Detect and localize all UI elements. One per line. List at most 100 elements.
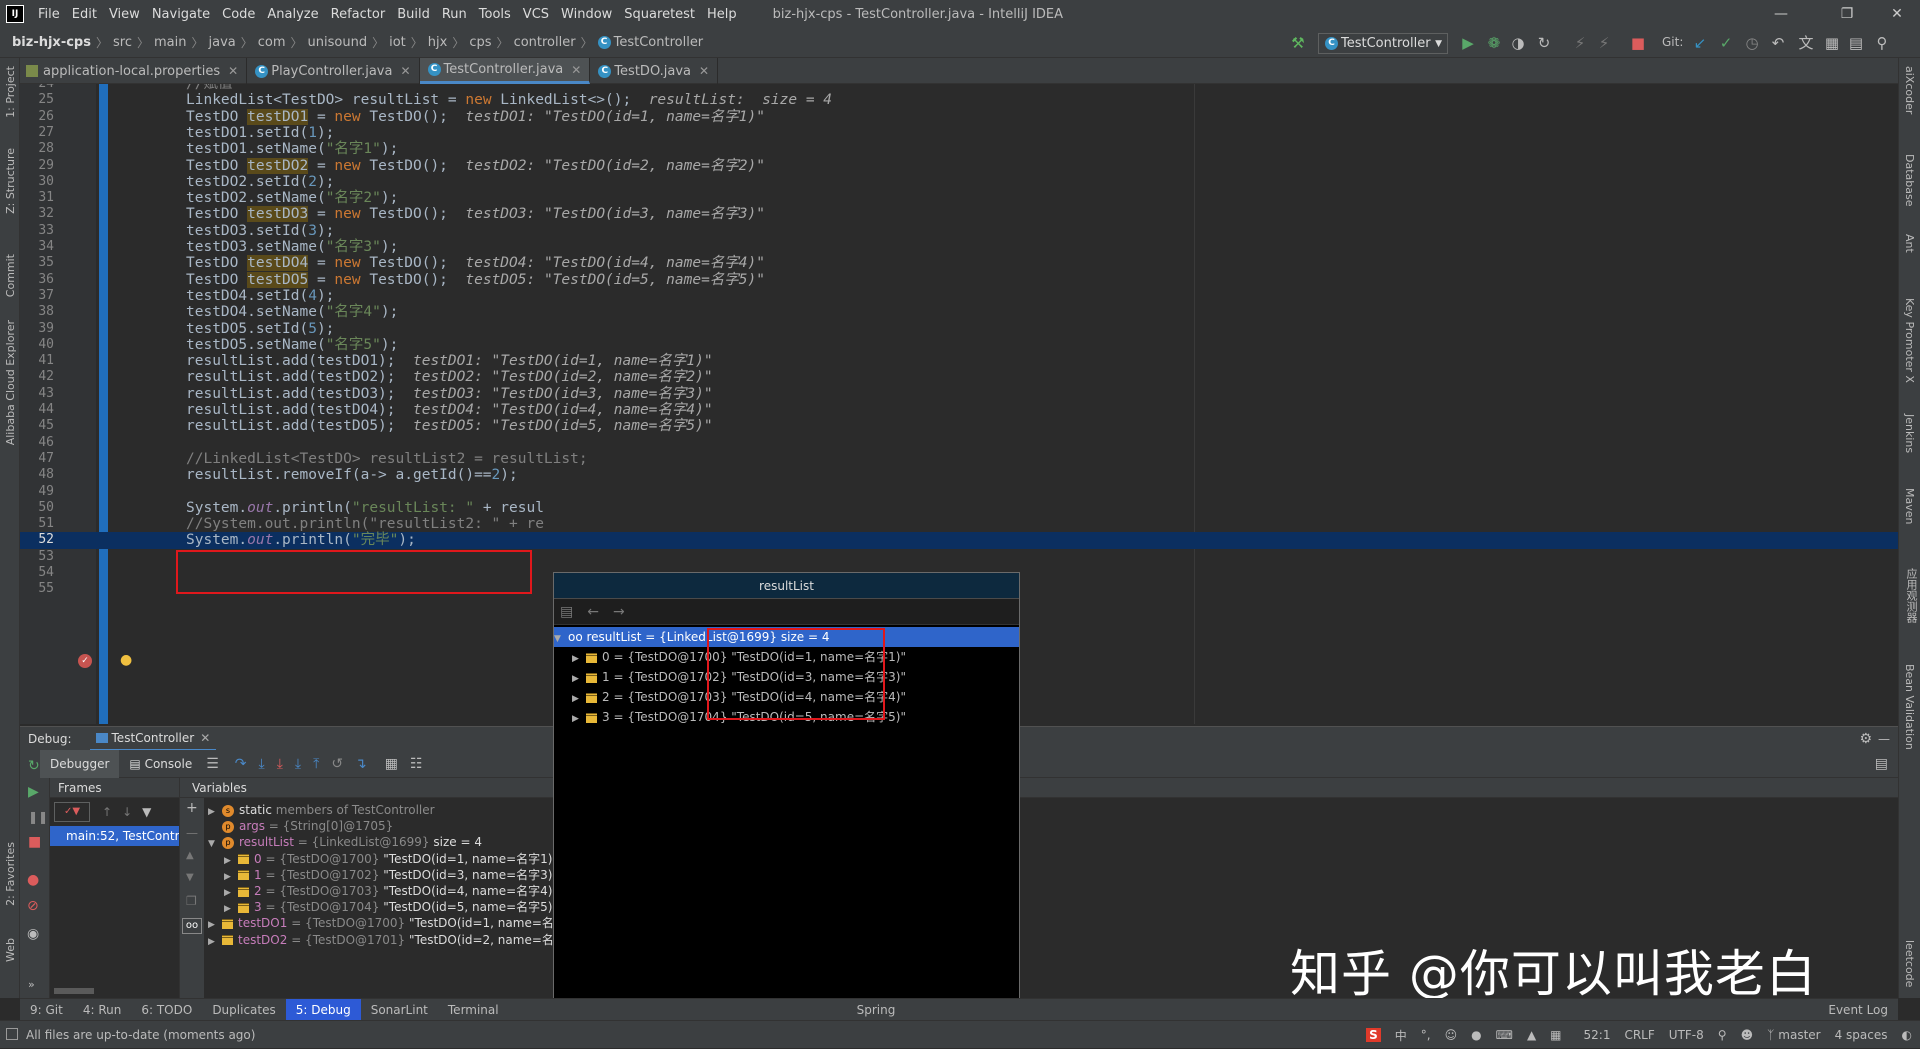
bottom-tab[interactable]: Spring — [847, 999, 906, 1021]
breadcrumb-item[interactable]: hjx — [428, 35, 448, 50]
menu-edit[interactable]: Edit — [66, 7, 103, 22]
keyboard-icon[interactable]: ⌨ — [1496, 1028, 1513, 1042]
bottom-tab[interactable]: 9: Git — [20, 999, 73, 1021]
trace-icon[interactable]: ☷ — [410, 756, 423, 772]
rerun-icon[interactable]: ⚡ — [1594, 33, 1614, 53]
project-structure-icon[interactable]: ▦ — [1822, 33, 1842, 53]
back-arrow-icon[interactable]: ← — [587, 604, 599, 620]
gear-icon[interactable]: ⚙ — [1859, 731, 1872, 747]
app-observer-tool-tab[interactable]: 应用观测器 — [1903, 568, 1919, 623]
menu-tools[interactable]: Tools — [473, 7, 517, 22]
thread-select[interactable]: ✓▼ — [54, 802, 90, 822]
bottom-tab[interactable]: Event Log — [1818, 999, 1898, 1021]
add-watch-icon[interactable]: + — [186, 800, 198, 816]
maven-tool-tab[interactable]: Maven — [1903, 488, 1916, 524]
cursor-position[interactable]: 52:1 — [1584, 1028, 1611, 1042]
close-window-icon[interactable]: ✕ — [1874, 0, 1920, 28]
search-icon[interactable]: ⚲ — [1872, 33, 1892, 53]
debug-bug-icon[interactable]: ❁ — [1484, 33, 1504, 53]
expand-right-icon[interactable]: ▶ — [208, 932, 222, 952]
editor-tab[interactable]: C TestController.java ✕ — [419, 58, 591, 84]
breadcrumb-item[interactable]: iot — [389, 35, 406, 50]
rollback-icon[interactable]: ↶ — [1768, 33, 1788, 53]
step-into-icon[interactable]: ⤓ — [277, 756, 283, 772]
menu-refactor[interactable]: Refactor — [325, 7, 392, 22]
bottom-tab[interactable]: 4: Run — [73, 999, 132, 1021]
bottom-tab[interactable]: 5: Debug — [285, 998, 361, 1021]
menu-run[interactable]: Run — [436, 7, 473, 22]
menu-code[interactable]: Code — [216, 7, 261, 22]
editor-tab[interactable]: application-local.properties ✕ — [18, 58, 248, 84]
run-icon[interactable]: ▶ — [1458, 33, 1478, 53]
menu-view[interactable]: View — [103, 7, 146, 22]
alibaba-cloud-tool-tab[interactable]: Alibaba Cloud Explorer — [4, 320, 17, 445]
variable-row[interactable]: ▶ testDO2 = {TestDO@1701} "TestDO(id=2, n… — [208, 930, 566, 950]
line-separator[interactable]: CRLF — [1624, 1028, 1654, 1042]
rerun-icon[interactable]: ↻ — [28, 758, 40, 774]
mic-icon[interactable]: ● — [1471, 1028, 1481, 1042]
layout-icon[interactable]: ▤ — [1846, 33, 1866, 53]
close-icon[interactable]: ✕ — [228, 64, 238, 78]
bottom-tab[interactable]: Duplicates — [202, 999, 285, 1021]
step-out-icon[interactable]: ⤒ — [313, 756, 319, 772]
bottom-tab[interactable]: SonarLint — [361, 999, 438, 1021]
restore-layout-icon[interactable]: ▤ — [1875, 756, 1888, 772]
lock-icon[interactable]: ⚲ — [1718, 1028, 1727, 1042]
close-icon[interactable]: ✕ — [699, 64, 709, 78]
more-icon[interactable]: » — [28, 978, 35, 991]
commit-tool-tab[interactable]: Commit — [4, 254, 17, 297]
hide-panel-icon[interactable]: — — [1878, 732, 1890, 746]
key-promoter-tool-tab[interactable]: Key Promoter X — [1903, 298, 1916, 383]
expand-down-icon[interactable]: ▼ — [208, 834, 222, 854]
lightbulb-icon[interactable]: ● — [120, 652, 132, 668]
structure-tool-tab[interactable]: Z: Structure — [4, 148, 17, 214]
breadcrumb-item[interactable]: src — [113, 35, 132, 50]
expand-right-icon[interactable]: ▶ — [572, 709, 586, 729]
watches-toggle-icon[interactable]: oo — [182, 918, 202, 934]
project-tool-tab[interactable]: 1: Project — [4, 66, 17, 118]
profile-icon[interactable]: ↻ — [1534, 33, 1554, 53]
memory-indicator-icon[interactable]: ◐ — [1902, 1028, 1912, 1042]
bottom-tab[interactable]: Terminal — [438, 999, 509, 1021]
translate-icon[interactable]: 文 — [1796, 33, 1816, 53]
editor-tab[interactable]: C PlayController.java ✕ — [247, 58, 420, 84]
favorites-tool-tab[interactable]: 2: Favorites — [4, 842, 17, 906]
run-to-cursor-icon[interactable]: ↴ — [355, 756, 367, 772]
aixcoder-tool-tab[interactable]: aiXcoder — [1903, 66, 1916, 114]
shirt-icon[interactable]: ▲ — [1527, 1028, 1536, 1042]
frame-up-icon[interactable]: ↑ — [102, 805, 112, 819]
expand-down-icon[interactable]: ▼ — [554, 629, 568, 649]
frames-scrollbar[interactable] — [54, 988, 94, 994]
inspector-icon[interactable]: ☻ — [1741, 1028, 1754, 1042]
breadcrumb-item[interactable]: biz-hjx-cps — [12, 35, 91, 50]
breadcrumb-item[interactable]: java — [208, 35, 235, 50]
git-branch[interactable]: master — [1778, 1028, 1820, 1042]
breadcrumb-item[interactable]: unisound — [308, 35, 368, 50]
pause-icon[interactable]: ❚❚ — [28, 810, 48, 824]
editor-tab[interactable]: C TestDO.java ✕ — [590, 58, 719, 84]
show-execution-point-icon[interactable]: ↷ — [235, 756, 247, 772]
emoji-icon[interactable]: ☺ — [1445, 1028, 1458, 1042]
camera-icon[interactable]: ◉ — [27, 926, 39, 942]
mute-breakpoints-icon[interactable]: ⊘ — [27, 898, 39, 914]
branch-icon[interactable]: ᛉ — [1767, 1028, 1774, 1042]
git-history-icon[interactable]: ◷ — [1742, 33, 1762, 53]
file-encoding[interactable]: UTF-8 — [1669, 1028, 1704, 1042]
move-up-icon[interactable]: ▲ — [186, 850, 194, 861]
evaluate-expression-icon[interactable]: ▦ — [385, 756, 398, 772]
view-breakpoints-icon[interactable]: ● — [27, 872, 39, 888]
menu-icon[interactable]: ☰ — [206, 756, 219, 772]
debug-session-tab[interactable]: TestController ✕ — [89, 727, 217, 751]
frame-item[interactable]: main:52, TestController — [50, 826, 179, 846]
restore-icon[interactable]: ❐ — [1824, 0, 1870, 28]
run-config-select[interactable]: C TestController ▼ — [1318, 33, 1448, 54]
force-step-into-icon[interactable]: ⤓ — [295, 756, 301, 772]
menu-window[interactable]: Window — [555, 7, 618, 22]
breakpoint-icon[interactable]: ✓ — [78, 654, 92, 668]
menu-build[interactable]: Build — [391, 7, 436, 22]
breadcrumb-item[interactable]: controller — [514, 35, 576, 50]
breadcrumb-item[interactable]: com — [258, 35, 286, 50]
database-tool-tab[interactable]: Database — [1903, 154, 1916, 207]
menu-vcs[interactable]: VCS — [517, 7, 555, 22]
menu-analyze[interactable]: Analyze — [261, 7, 324, 22]
